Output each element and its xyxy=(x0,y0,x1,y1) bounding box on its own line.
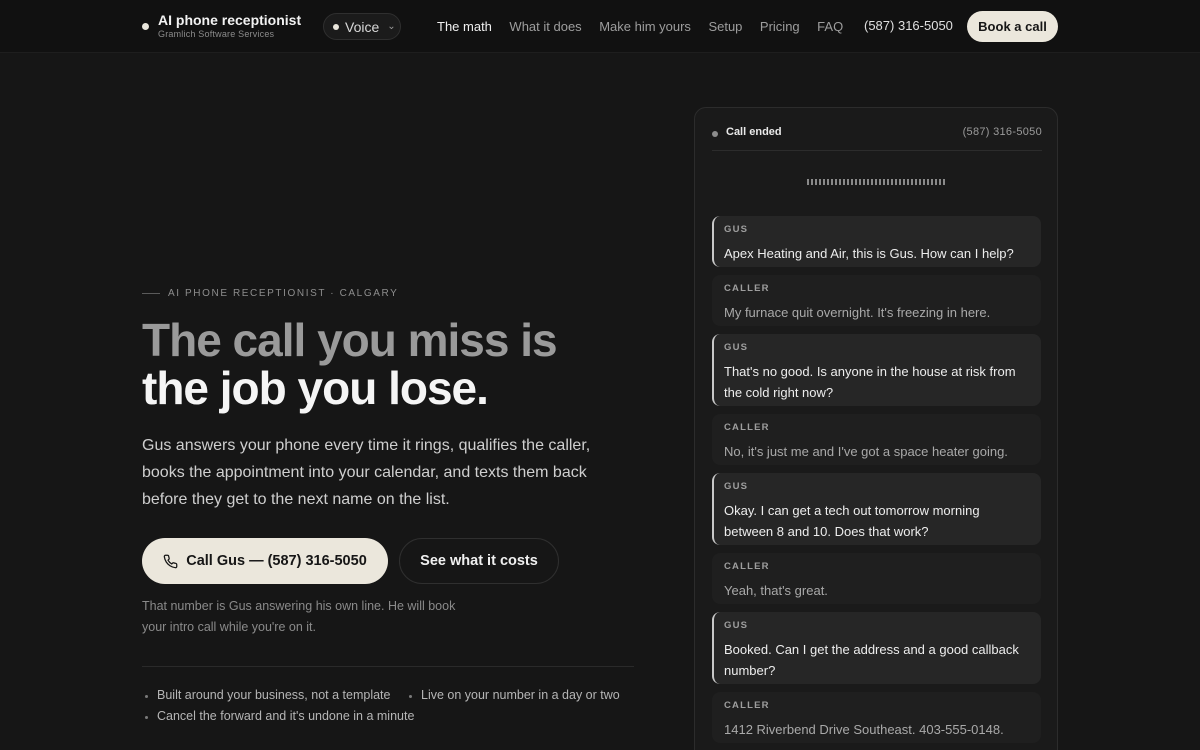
transcript-message-caller: CALLER Yeah, that's great. xyxy=(712,553,1041,604)
brand-dot-icon xyxy=(142,23,149,30)
message-text: My furnace quit overnight. It's freezing… xyxy=(724,305,991,320)
waveform-bar xyxy=(903,179,905,185)
call-transcript-card: Call ended (587) 316-5050 GUS Apex Heati… xyxy=(694,107,1058,750)
nav-link-make-him-yours[interactable]: Make him yours xyxy=(599,19,691,34)
transcript-message-gus: GUS Apex Heating and Air, this is Gus. H… xyxy=(712,216,1041,267)
nav-link-faq[interactable]: FAQ xyxy=(817,19,843,34)
call-number: (587) 316-5050 xyxy=(962,126,1042,138)
speaker-label: GUS xyxy=(724,224,749,235)
headline-line-2: the job you lose. xyxy=(142,362,489,414)
waveform-bar xyxy=(831,179,833,185)
top-nav: AI phone receptionist Gramlich Software … xyxy=(0,0,1200,53)
waveform-bar xyxy=(847,179,849,185)
transcript-message-caller: CALLER No, it's just me and I've got a s… xyxy=(712,414,1041,465)
message-text: No, it's just me and I've got a space he… xyxy=(724,444,1008,459)
message-text: 1412 Riverbend Drive Southeast. 403-555-… xyxy=(724,722,1004,737)
waveform-bar xyxy=(867,179,869,185)
bullet-item: Cancel the forward and it's undone in a … xyxy=(144,709,415,723)
nav-link-what-it-does[interactable]: What it does xyxy=(509,19,581,34)
voice-mode-label: Voice xyxy=(345,18,380,35)
message-text: That's no good. Is anyone in the house a… xyxy=(724,364,1016,400)
nav-links: The math What it does Make him yours Set… xyxy=(437,0,861,53)
hero-divider xyxy=(142,666,634,667)
nav-link-the-math[interactable]: The math xyxy=(437,19,492,34)
call-gus-button[interactable]: Call Gus — (587) 316-5050 xyxy=(142,538,388,584)
hero-headline: The call you miss is the job you lose. xyxy=(142,314,558,414)
waveform-bar xyxy=(835,179,837,185)
hero-lede: Gus answers your phone every time it rin… xyxy=(142,437,591,508)
transcript-message-caller: CALLER 1412 Riverbend Drive Southeast. 4… xyxy=(712,692,1041,743)
book-a-call-button[interactable]: Book a call xyxy=(967,11,1058,42)
speaker-label: GUS xyxy=(724,342,749,353)
hero-eyebrow: AI PHONE RECEPTIONIST · CALGARY xyxy=(142,288,398,299)
speaker-label: CALLER xyxy=(724,422,770,433)
eyebrow-text: AI PHONE RECEPTIONIST · CALGARY xyxy=(168,288,399,299)
waveform-bar xyxy=(911,179,913,185)
bullet-item: Built around your business, not a templa… xyxy=(144,688,391,702)
waveform-bar xyxy=(883,179,885,185)
speaker-label: CALLER xyxy=(724,283,770,294)
speaker-label: CALLER xyxy=(724,561,770,572)
see-costs-button[interactable]: See what it costs xyxy=(399,538,559,584)
waveform-bar xyxy=(931,179,933,185)
waveform-bar xyxy=(855,179,857,185)
transcript-message-caller: CALLER My furnace quit overnight. It's f… xyxy=(712,275,1041,326)
waveform-bar xyxy=(863,179,865,185)
waveform-bar xyxy=(899,179,901,185)
waveform-bar xyxy=(907,179,909,185)
waveform-bar xyxy=(943,179,945,185)
hero-note: That number is Gus answering his own lin… xyxy=(142,599,456,634)
speaker-label: CALLER xyxy=(724,700,770,711)
waveform-bar xyxy=(891,179,893,185)
nav-phone-link[interactable]: (587) 316-5050 xyxy=(864,18,953,33)
speaker-label: GUS xyxy=(724,481,749,492)
waveform-bar xyxy=(895,179,897,185)
waveform-bar xyxy=(819,179,821,185)
waveform-bar xyxy=(935,179,937,185)
waveform-bar xyxy=(839,179,841,185)
waveform-bar xyxy=(859,179,861,185)
transcript-message-gus: GUS Okay. I can get a tech out tomorrow … xyxy=(712,473,1041,545)
waveform-bar xyxy=(923,179,925,185)
headline-line-1: The call you miss is xyxy=(142,314,558,366)
speaker-label: GUS xyxy=(724,620,749,631)
transcript-message-gus: GUS Booked. Can I get the address and a … xyxy=(712,612,1041,684)
waveform-bar xyxy=(843,179,845,185)
phone-icon xyxy=(163,554,178,568)
waveform-bar xyxy=(919,179,921,185)
nav-link-setup[interactable]: Setup xyxy=(708,19,742,34)
chevron-down-icon: ⌄ xyxy=(387,21,396,32)
message-text: Okay. I can get a tech out tomorrow morn… xyxy=(724,503,980,539)
card-divider xyxy=(712,150,1042,151)
bullet-item: Live on your number in a day or two xyxy=(409,688,620,702)
waveform-bar xyxy=(875,179,877,185)
call-status-bar: Call ended (587) 316-5050 xyxy=(712,126,1042,150)
waveform-bar xyxy=(811,179,813,185)
waveform-bar xyxy=(871,179,873,185)
transcript-message-gus: GUS That's no good. Is anyone in the hou… xyxy=(712,334,1041,406)
voice-dot-icon xyxy=(333,23,339,30)
waveform-bar xyxy=(939,179,941,185)
waveform-bar xyxy=(879,179,881,185)
message-text: Booked. Can I get the address and a good… xyxy=(724,642,1019,678)
nav-link-pricing[interactable]: Pricing xyxy=(760,19,800,34)
brand-subtitle: Gramlich Software Services xyxy=(158,29,275,39)
waveform-bar xyxy=(815,179,817,185)
waveform-bar xyxy=(887,179,889,185)
brand-title[interactable]: AI phone receptionist xyxy=(158,12,301,28)
audio-waveform-icon xyxy=(807,179,945,185)
waveform-bar xyxy=(807,179,809,185)
status-dot-icon xyxy=(712,131,718,137)
waveform-bar xyxy=(823,179,825,185)
waveform-bar xyxy=(827,179,829,185)
waveform-bar xyxy=(927,179,929,185)
voice-mode-dropdown[interactable]: Voice ⌄ xyxy=(323,13,401,40)
message-text: Yeah, that's great. xyxy=(724,583,828,598)
waveform-bar xyxy=(851,179,853,185)
call-status: Call ended xyxy=(726,126,782,138)
message-text: Apex Heating and Air, this is Gus. How c… xyxy=(724,246,1014,261)
eyebrow-rule xyxy=(142,293,160,294)
waveform-bar xyxy=(915,179,917,185)
call-gus-label: Call Gus — (587) 316-5050 xyxy=(186,553,367,569)
